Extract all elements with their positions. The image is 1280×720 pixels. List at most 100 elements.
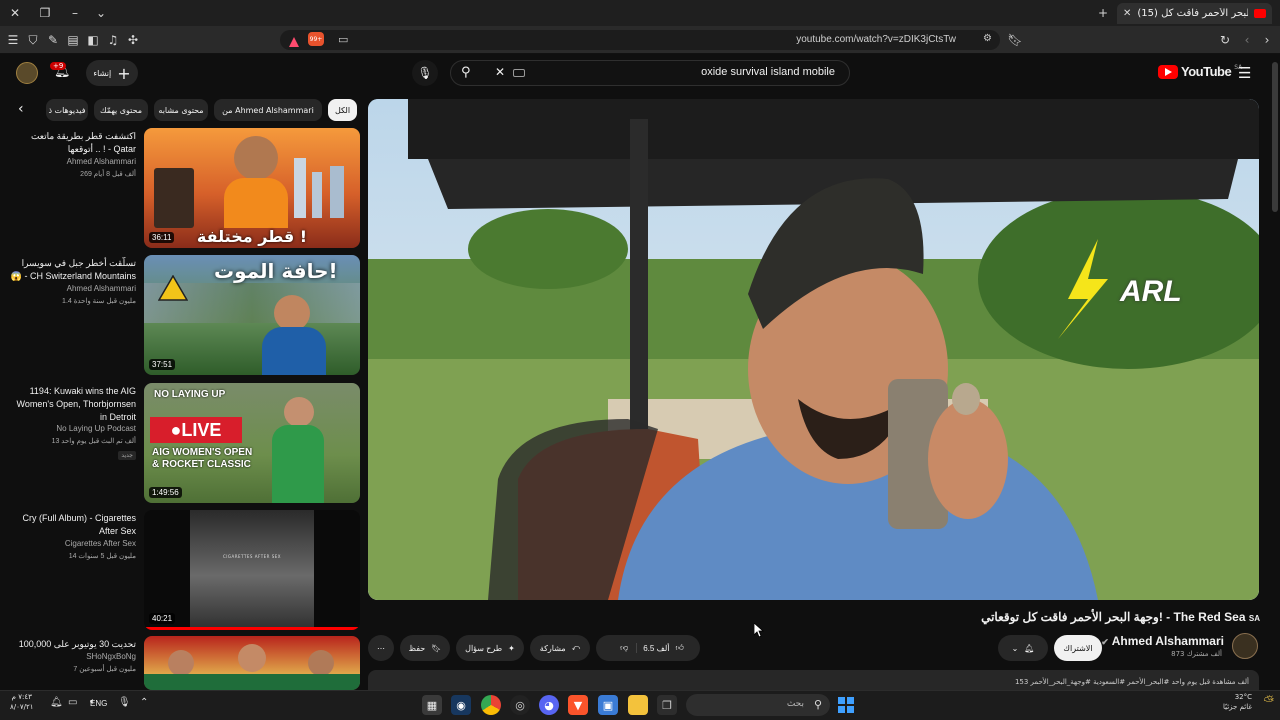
steam-icon[interactable]: ◉ — [451, 695, 471, 715]
youtube-logo[interactable]: YouTube SA — [1158, 64, 1242, 79]
subscriber-count: 873 ألف مشترك — [1171, 650, 1222, 658]
language-indicator[interactable]: ENG — [90, 699, 107, 708]
tabs-icon[interactable]: ▤ — [64, 31, 82, 49]
scrollbar-thumb[interactable] — [1272, 62, 1278, 212]
video-thumbnail[interactable]: CIGARETTES AFTER SEX 40:21 — [144, 510, 360, 630]
keyboard-icon[interactable] — [513, 69, 525, 77]
discord-icon[interactable]: ◕ — [539, 695, 559, 715]
chevron-left-icon[interactable]: ‹ — [18, 101, 24, 117]
more-actions-button[interactable]: ⋯ — [368, 635, 394, 661]
address-bar[interactable]: 99+ ▭ youtube.com/watch?v=zDIK3jCtsTw ⚙ — [280, 30, 1000, 50]
sidebar-icon[interactable]: ◧ — [84, 31, 102, 49]
brave-icon[interactable]: ▼ — [568, 695, 588, 715]
puzzle-icon[interactable]: ✣ — [124, 31, 142, 49]
channel-name[interactable]: Ahmed Alshammari — [8, 157, 136, 166]
notification-bell-button[interactable]: ⌄ 🔔︎ — [998, 635, 1048, 661]
list-item[interactable]: تحديت 30 يوتيوبر على 100,000 دولار! SHoN… — [0, 636, 360, 690]
video-thumbnail[interactable]: قطر مختلفة ! 36:11 — [144, 128, 360, 248]
channel-name[interactable]: No Laying Up Podcast — [8, 424, 136, 433]
window-icon[interactable]: ❐ — [657, 695, 677, 715]
video-title[interactable]: تسلّقت أخطر جبل في سويسرا 😱 - CH Switzer… — [8, 257, 136, 285]
description-preview: 153 ألف مشاهدة قبل يوم واحد #البحر_الأحم… — [1014, 678, 1249, 686]
windows-start-icon[interactable] — [836, 695, 856, 715]
new-tab-icon[interactable]: + — [1094, 4, 1112, 22]
music-icon[interactable]: ♫ — [104, 31, 122, 49]
like-count: 6.5 ألف — [643, 643, 670, 653]
video-player[interactable]: ARL — [368, 99, 1259, 600]
video-title[interactable]: 1194: Kuwaki wins the AIG Women's Open, … — [8, 385, 136, 427]
bookmark-icon[interactable]: 🔖︎ — [1006, 31, 1024, 49]
description-box[interactable]: 153 ألف مشاهدة قبل يوم واحد #البحر_الأحم… — [368, 670, 1259, 690]
video-title-flag: SA — [1248, 614, 1260, 623]
video-thumbnail[interactable] — [144, 636, 360, 690]
back-icon[interactable]: ‹ — [1238, 31, 1256, 49]
restore-window-icon[interactable]: ❐ — [36, 4, 54, 22]
notifications-icon[interactable]: 🔔︎ — [50, 697, 63, 708]
list-item[interactable]: قطر مختلفة ! 36:11 اكتشفت قطر بطريقة مات… — [0, 128, 360, 248]
ask-label: طرح سؤال — [465, 643, 503, 653]
search-input[interactable]: ⚲ ✕ oxide survival island mobile — [450, 60, 850, 86]
channel-name[interactable]: SHoNgxBoNg — [8, 652, 136, 661]
create-button[interactable]: إنشاء + — [86, 60, 138, 86]
chevron-down-icon[interactable]: ⌄ — [92, 4, 110, 22]
chip-videos[interactable]: فيديوهات ذ — [46, 99, 88, 121]
video-title[interactable]: Cry (Full Album) - Cigarettes After Sex — [8, 512, 136, 540]
channel-name[interactable]: Cigarettes After Sex — [8, 539, 136, 548]
forward-icon[interactable]: › — [1258, 31, 1276, 49]
like-button[interactable]: 👍︎ — [676, 643, 684, 653]
clock[interactable]: ٧:٤٣ م ٨/٠٧/٢١ — [10, 692, 34, 712]
url-text[interactable]: youtube.com/watch?v=zDIK3jCtsTw — [796, 34, 956, 45]
tab-title: (15) وجهة البحر الأحمر فاقت كل — [1137, 8, 1248, 19]
picture-in-picture-icon[interactable]: ▭ — [338, 33, 348, 46]
close-tab-icon[interactable]: ✕ — [1123, 8, 1131, 19]
obs-icon[interactable]: ◎ — [510, 695, 530, 715]
search-icon[interactable]: ⚲ — [461, 65, 471, 80]
chip-for-you[interactable]: محتوى يهمّك — [94, 99, 148, 121]
list-item[interactable]: حافة الموت! 37:51 تسلّقت أخطر جبل في سوي… — [0, 255, 360, 375]
chip-from-channel[interactable]: من Ahmed Alshammari — [214, 99, 322, 121]
taskbar-search-input[interactable]: ⚲ بحث — [686, 694, 830, 716]
microphone-icon[interactable]: 🎙︎ — [412, 60, 438, 86]
video-title[interactable]: تحديت 30 يوتيوبر على 100,000 دولار! — [8, 638, 136, 652]
video-title[interactable]: اكتشفت قطر بطريقة ماتعت أتوقعها .. ! - Q… — [8, 130, 136, 158]
weather-widget[interactable]: 32°C غائم جزئيًا — [1223, 692, 1252, 712]
save-button[interactable]: حفظ 🔖︎ — [400, 635, 450, 661]
task-view-icon[interactable]: ▦ — [422, 695, 442, 715]
chevron-up-icon[interactable]: ⌃ — [140, 697, 148, 708]
channel-avatar[interactable] — [1232, 633, 1258, 659]
video-thumbnail[interactable]: NO LAYING UP ●LIVE AIG WOMEN'S OPEN & RO… — [144, 383, 360, 503]
microphone-icon[interactable]: 🎙︎ — [118, 697, 131, 708]
video-thumbnail[interactable]: حافة الموت! 37:51 — [144, 255, 360, 375]
file-explorer-icon[interactable] — [628, 695, 648, 715]
site-settings-icon[interactable]: ⚙ — [983, 33, 992, 44]
clear-search-icon[interactable]: ✕ — [495, 65, 505, 79]
list-item[interactable]: CIGARETTES AFTER SEX 40:21 Cry (Full Alb… — [0, 510, 360, 630]
notification-count: +9 — [50, 62, 67, 70]
ask-button[interactable]: طرح سؤال ✦ — [456, 635, 524, 661]
list-item[interactable]: NO LAYING UP ●LIVE AIG WOMEN'S OPEN & RO… — [0, 383, 360, 503]
youtube-favicon-icon — [1254, 9, 1266, 18]
search-query: oxide survival island mobile — [701, 66, 835, 78]
dislike-button[interactable]: 👎︎ — [612, 643, 638, 653]
extension-icon[interactable]: ✎ — [44, 31, 62, 49]
guide-menu-icon[interactable]: ☰ — [1238, 64, 1251, 82]
channel-name-main[interactable]: ✔ Ahmed Alshammari — [1101, 634, 1224, 648]
reload-icon[interactable]: ↻ — [1216, 31, 1234, 49]
chrome-icon[interactable] — [481, 695, 501, 715]
subscribe-button[interactable]: الاشتراك — [1054, 635, 1102, 661]
channel-name[interactable]: Ahmed Alshammari — [8, 284, 136, 293]
close-window-icon[interactable]: ✕ — [6, 4, 24, 22]
browser-tab-active[interactable]: ✕ (15) وجهة البحر الأحمر فاقت كل — [1117, 3, 1272, 24]
share-button[interactable]: مشاركة ⤺ — [530, 635, 590, 661]
minimize-window-icon[interactable]: – — [66, 4, 84, 22]
share-label: مشاركة — [539, 643, 566, 653]
brave-shields-icon[interactable]: 99+ — [308, 32, 324, 46]
monitor-icon[interactable]: ▭ — [68, 697, 77, 708]
store-icon[interactable]: ▣ — [598, 695, 618, 715]
shield-icon[interactable]: ⛉ — [24, 31, 42, 49]
menu-icon[interactable]: ☰ — [4, 31, 22, 49]
chip-all[interactable]: الكل — [328, 99, 357, 121]
chip-related[interactable]: محتوى مشابه — [154, 99, 208, 121]
avatar[interactable] — [16, 62, 38, 84]
brave-rewards-icon[interactable] — [288, 33, 300, 47]
